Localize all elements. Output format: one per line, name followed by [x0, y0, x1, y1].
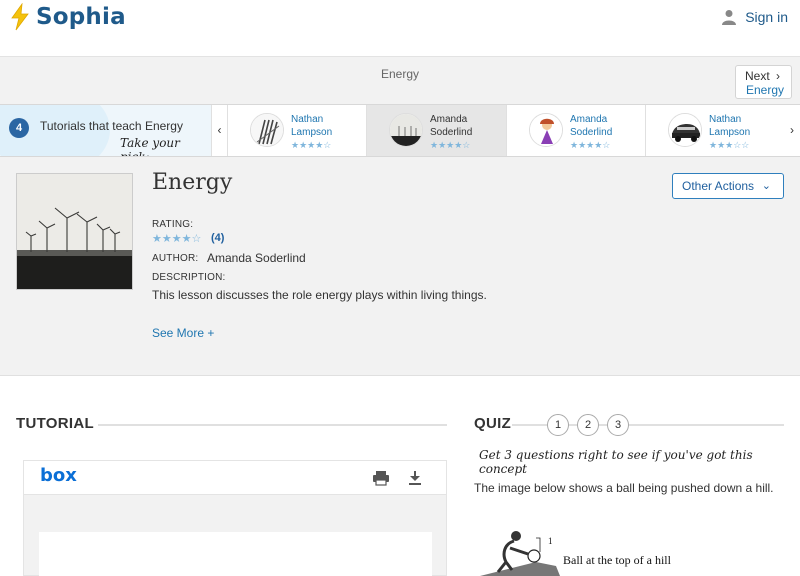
tutorial-thumbnail: [529, 113, 563, 147]
lesson-image: [16, 173, 133, 290]
viewer-toolbar: box: [24, 461, 446, 495]
rating-stars: ★★★★☆: [152, 233, 202, 245]
lesson-description: This lesson discusses the role energy pl…: [152, 288, 487, 302]
author-label: AUTHOR:: [152, 253, 199, 264]
strip-next-button[interactable]: ›: [784, 105, 800, 156]
tutorial-author: Amanda Soderlind: [570, 114, 613, 138]
tutorials-heading: Tutorials that teach Energy: [40, 119, 183, 133]
author-name: Amanda Soderlind: [207, 251, 306, 265]
other-actions-button[interactable]: Other Actions ⌄: [672, 173, 784, 199]
chevron-left-icon: ‹: [217, 123, 222, 137]
download-icon[interactable]: [406, 469, 424, 487]
tutorial-thumbnail: [250, 113, 284, 147]
next-target: Energy: [745, 83, 784, 97]
see-more-link[interactable]: See More +: [152, 326, 214, 340]
other-actions-label: Other Actions: [682, 179, 755, 193]
tutorials-intro: 4 Tutorials that teach Energy Take your …: [0, 105, 211, 156]
tutorial-thumbnail: [668, 113, 702, 147]
diagram-number: 1: [548, 536, 553, 546]
tutorial-card[interactable]: Nathan Lampson ★★★★☆: [227, 105, 367, 156]
lesson-title: Energy: [152, 170, 233, 195]
tutorial-thumbnail: [389, 113, 423, 147]
sign-in-label: Sign in: [745, 9, 788, 25]
tutorial-author: Nathan Lampson: [709, 114, 751, 138]
person-icon: [722, 10, 737, 25]
document-viewer: box: [23, 460, 447, 576]
tutorial-divider: [98, 424, 447, 426]
box-logo: box: [40, 465, 77, 486]
quiz-question-2[interactable]: 2: [577, 414, 599, 436]
print-icon[interactable]: [372, 469, 390, 487]
rating-label: RATING:: [152, 219, 194, 230]
chevron-down-icon: ⌄: [761, 180, 771, 192]
next-label: Next: [745, 69, 770, 83]
tutorial-rating: ★★★★☆: [570, 140, 611, 150]
tutorial-rating: ★★★★☆: [291, 140, 332, 150]
document-page: [39, 532, 432, 576]
quiz-heading: QUIZ: [474, 415, 512, 432]
chevron-right-icon: ›: [790, 123, 794, 137]
sign-in-link[interactable]: Sign in: [722, 9, 788, 25]
rating-count[interactable]: (4): [211, 232, 224, 244]
tutorial-card-selected[interactable]: Amanda Soderlind ★★★★☆: [366, 105, 506, 156]
tutorial-card[interactable]: Amanda Soderlind ★★★★☆: [506, 105, 646, 156]
next-button[interactable]: Next › Energy: [735, 65, 792, 99]
description-label: DESCRIPTION:: [152, 272, 226, 283]
quiz-question-text: The image below shows a ball being pushe…: [474, 481, 774, 495]
breadcrumb: Energy: [380, 67, 420, 81]
tutorial-rating: ★★★★☆: [430, 140, 471, 150]
chevron-right-icon: ›: [776, 69, 780, 83]
diagram-label: Ball at the top of a hill: [563, 553, 671, 567]
tutorial-count-badge: 4: [9, 118, 29, 138]
site-header: Sophia Sign in: [0, 0, 800, 57]
tutorial-heading: TUTORIAL: [16, 415, 94, 432]
ball-hill-diagram: 1: [480, 531, 560, 576]
quiz-question-1[interactable]: 1: [547, 414, 569, 436]
quiz-tagline: Get 3 questions right to see if you've g…: [479, 448, 753, 476]
quiz-question-3[interactable]: 3: [607, 414, 629, 436]
sophia-logo[interactable]: Sophia: [9, 3, 126, 31]
sophia-logo-icon: [11, 3, 29, 31]
tutorial-author: Amanda Soderlind: [430, 114, 473, 138]
tutorial-author: Nathan Lampson: [291, 114, 333, 138]
tutorials-strip: 4 Tutorials that teach Energy Take your …: [0, 104, 800, 157]
tutorial-rating: ★★★☆☆: [709, 140, 750, 150]
tutorial-card[interactable]: Nathan Lampson ★★★☆☆: [645, 105, 785, 156]
strip-prev-button[interactable]: ‹: [211, 105, 227, 156]
take-your-pick: Take your pick:: [120, 136, 180, 156]
brand-name: Sophia: [36, 4, 126, 30]
